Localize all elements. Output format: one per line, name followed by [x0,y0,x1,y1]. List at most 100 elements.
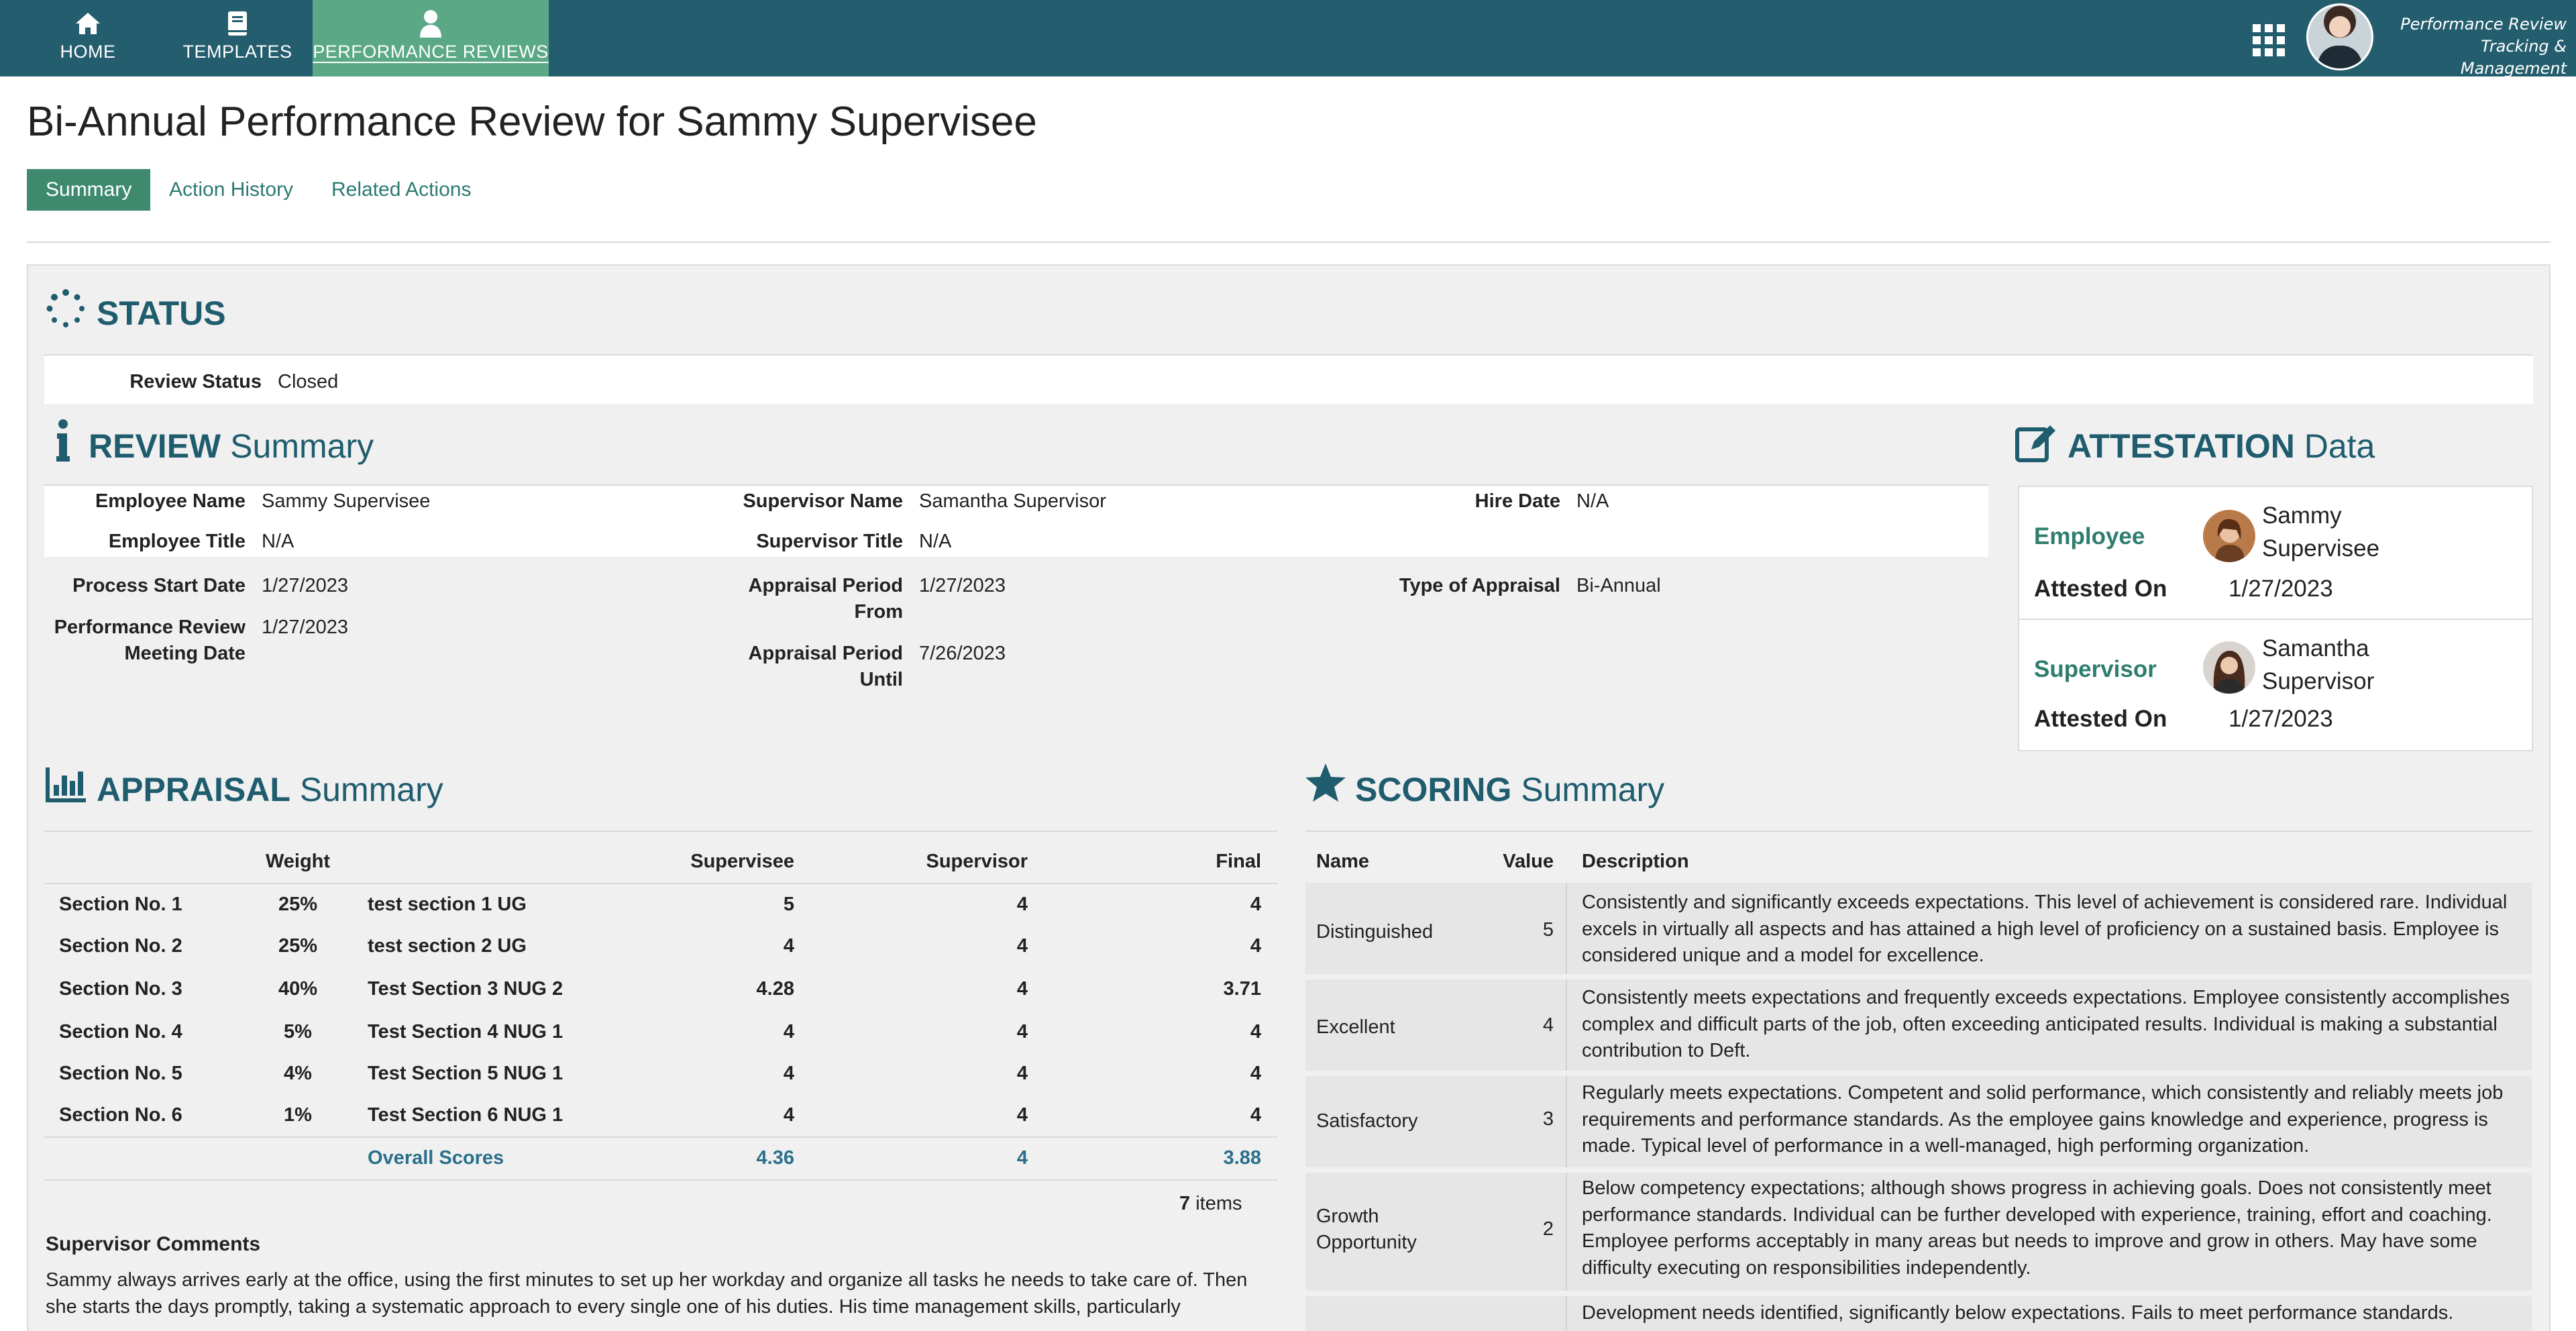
overall-supervisor: 4 [1016,1147,1028,1169]
row-weight: 4% [284,1063,312,1084]
user-icon [313,7,549,40]
row-supervisor: 4 [1016,1021,1028,1043]
score-value: 4 [1542,1014,1554,1036]
row-supervisor: 4 [1016,935,1028,957]
supervisor-attestor-name: Samantha Supervisor [2262,635,2375,694]
employee-name-value: Sammy Supervisee [262,490,431,512]
row-supervisee: 5 [783,894,794,915]
overall-final: 3.88 [1223,1147,1261,1169]
employee-attestor-name: Sammy Supervisee [2262,502,2380,562]
overall-label: Overall Scores [368,1147,504,1169]
col-header-name: Name [1316,851,1369,872]
score-name: Growth Opportunity [1316,1206,1417,1253]
items-count: 7 items [1179,1193,1242,1214]
user-avatar[interactable] [2306,3,2373,70]
hire-date-label: Hire Date [1474,490,1560,512]
review-summary-heading: REVIEW Summary [89,427,374,465]
col-header-final: Final [1216,851,1261,872]
row-supervisee: 4.28 [756,978,794,1000]
scoring-divider [1305,831,2532,832]
supervisor-avatar [2203,641,2255,694]
col-header-description: Description [1582,851,1689,872]
appraisal-type-label: Type of Appraisal [1399,575,1560,596]
appraisal-divider [44,831,1277,832]
row-supervisor: 4 [1016,1104,1028,1126]
supervisor-name-label: Supervisor Name [743,490,903,512]
employee-role-label: Employee [2034,523,2145,549]
row-supervisor: 4 [1016,894,1028,915]
employee-attested-label: Attested On [2034,576,2167,602]
period-from-label: Appraisal Period From [748,575,903,623]
supervisor-comments-text: Sammy always arrives early at the office… [46,1269,1248,1318]
attestation-heading: ATTESTATION Data [2068,427,2375,465]
score-value: 5 [1542,919,1554,941]
tab-action-history[interactable]: Action History [150,169,312,211]
header-divider [27,242,2551,243]
row-weight: 40% [278,978,318,1000]
col-header-supervisee: Supervisee [690,851,794,872]
status-row [44,356,2533,404]
row-final: 4 [1250,935,1261,957]
score-name: Excellent [1316,1016,1395,1038]
app-title: Performance Review Tracking & Management [2400,15,2567,78]
status-heading: STATUS [97,295,226,332]
row-name: Test Section 6 NUG 1 [368,1104,564,1126]
apps-grid-icon[interactable] [2253,24,2285,56]
table-footer-divider [44,1179,1277,1181]
row-final: 3.71 [1223,978,1261,1000]
col-header-supervisor: Supervisor [926,851,1028,872]
home-icon [39,7,137,40]
column-separator [1566,979,1567,1071]
nav-tab-templates[interactable]: TEMPLATES [178,0,297,76]
hire-date-value: N/A [1576,490,1609,512]
period-until-label: Appraisal Period Until [748,643,903,690]
nav-tab-performance-reviews[interactable]: PERFORMANCE REVIEWS [313,0,549,76]
score-description: Consistently meets expectations and freq… [1582,987,2510,1061]
spinner-icon [46,288,86,332]
row-name: test section 2 UG [368,935,527,957]
meeting-date-label: Performance Review Meeting Date [54,617,246,664]
row-name: Test Section 3 NUG 2 [368,978,564,1000]
nav-tab-home[interactable]: HOME [39,0,137,76]
col-header-weight: Weight [265,851,331,872]
score-value: 2 [1542,1218,1554,1240]
employee-name-label: Employee Name [95,490,246,512]
row-supervisor: 4 [1016,1063,1028,1084]
row-weight: 25% [278,935,318,957]
employee-avatar [2203,510,2255,562]
row-section: Section No. 4 [59,1021,182,1043]
overall-divider [44,1136,1277,1138]
row-section: Section No. 5 [59,1063,182,1084]
period-until-value: 7/26/2023 [919,643,1006,664]
top-nav-bar: HOME TEMPLATES PERFORMANCE REVIEWS Perfo… [0,0,2576,78]
book-icon [178,7,297,40]
row-supervisor: 4 [1016,978,1028,1000]
score-value: 3 [1542,1108,1554,1130]
score-description: Below competency expectations; although … [1582,1177,2492,1279]
overall-supervisee: 4.36 [756,1147,794,1169]
tab-summary[interactable]: Summary [27,169,151,211]
table-header-divider [44,883,1277,884]
column-separator [1566,883,1567,974]
appraisal-type-value: Bi-Annual [1576,575,1661,596]
row-supervisee: 4 [783,1063,794,1084]
row-final: 4 [1250,1063,1261,1084]
process-start-label: Process Start Date [72,575,246,596]
row-weight: 1% [284,1104,312,1126]
row-weight: 25% [278,894,318,915]
employee-title-label: Employee Title [108,531,246,552]
supervisor-title-value: N/A [919,531,952,552]
row-name: Test Section 5 NUG 1 [368,1063,564,1084]
row-supervisee: 4 [783,1104,794,1126]
review-status-value: Closed [278,371,339,392]
appraisal-summary-heading: APPRAISAL Summary [97,771,443,808]
row-weight: 5% [284,1021,312,1043]
row-name: Test Section 4 NUG 1 [368,1021,564,1043]
supervisor-comments-title: Supervisor Comments [46,1233,261,1255]
tab-related-actions[interactable]: Related Actions [313,169,490,211]
score-name: Satisfactory [1316,1110,1418,1132]
score-description: Consistently and significantly exceeds e… [1582,892,2508,966]
supervisor-name-value: Samantha Supervisor [919,490,1106,512]
row-final: 4 [1250,1021,1261,1043]
period-from-value: 1/27/2023 [919,575,1006,596]
